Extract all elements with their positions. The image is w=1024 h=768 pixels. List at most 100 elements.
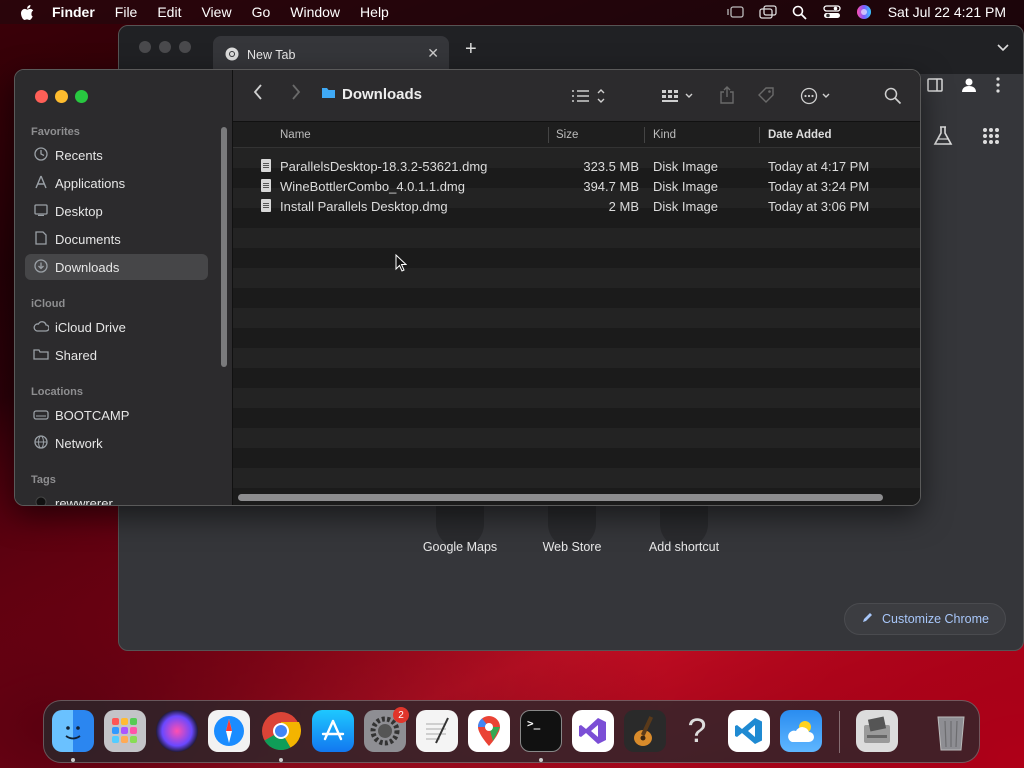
sidebar-item-applications[interactable]: Applications (25, 170, 208, 196)
file-kind: Disk Image (653, 179, 719, 194)
sidebar-item-bootcamp[interactable]: BOOTCAMP (25, 402, 208, 428)
dock-boot-camp-icon[interactable] (856, 710, 898, 752)
shortcut-add-shortcut[interactable]: Add shortcut (634, 540, 734, 554)
app-name-menu[interactable]: Finder (42, 4, 105, 20)
window-menu[interactable]: Window (280, 4, 350, 20)
more-actions-ellipsis-icon[interactable] (800, 87, 834, 110)
dock-app-store-icon[interactable] (312, 710, 354, 752)
sidebar-label: Network (55, 435, 103, 451)
drive-icon (33, 408, 49, 423)
edit-menu[interactable]: Edit (147, 4, 191, 20)
dmg-file-icon (261, 199, 271, 212)
sidebar-item-icloud-drive[interactable]: iCloud Drive (25, 314, 208, 340)
dock-chrome-icon[interactable] (260, 710, 302, 752)
google-apps-grid-icon[interactable] (982, 127, 1000, 150)
column-date-added[interactable]: Date Added (768, 129, 831, 141)
zoom-button[interactable] (75, 90, 88, 103)
profile-avatar-icon[interactable] (961, 77, 977, 98)
document-icon (33, 230, 49, 248)
dock-garageband-icon[interactable] (624, 710, 666, 752)
finder-sidebar: Favorites Recents Applications Desktop D… (15, 70, 233, 505)
control-center-icon[interactable] (816, 5, 848, 19)
sidebar-item-downloads[interactable]: Downloads (25, 254, 208, 280)
dock-vscode-icon[interactable] (728, 710, 770, 752)
column-name[interactable]: Name (280, 129, 311, 141)
chrome-tab-bar: New Tab ✕ + (119, 26, 1023, 74)
share-icon[interactable] (719, 86, 735, 109)
list-view-icon[interactable] (571, 88, 609, 109)
dock-textedit-icon[interactable] (416, 710, 458, 752)
tab-search-chevron-icon[interactable] (997, 41, 1009, 55)
dock-help-question-icon[interactable]: ? (676, 710, 718, 752)
sidebar-label: rewwrerer (55, 495, 113, 506)
sidebar-label: iCloud Drive (55, 319, 126, 335)
file-row[interactable]: WineBottlerCombo_4.0.1.1.dmg 394.7 MB Di… (233, 176, 920, 196)
sidebar-item-tag[interactable]: rewwrerer (25, 490, 208, 506)
search-icon[interactable] (884, 87, 902, 110)
forward-chevron-icon[interactable] (291, 84, 301, 105)
dock-safari-icon[interactable] (208, 710, 250, 752)
siri-icon[interactable] (848, 4, 880, 20)
minimize-button[interactable] (55, 90, 68, 103)
running-indicator (539, 758, 543, 762)
dock-visual-studio-icon[interactable] (572, 710, 614, 752)
finder-content: Downloads Name Size Kind Date Added Para… (233, 70, 920, 505)
sidebar-item-network[interactable]: Network (25, 430, 208, 456)
menu-bar: Finder File Edit View Go Window Help Sat… (0, 0, 1024, 24)
folder-title: Downloads (342, 86, 423, 103)
sidebar-item-documents[interactable]: Documents (25, 226, 208, 252)
sidebar-item-recents[interactable]: Recents (25, 142, 208, 168)
stage-manager-icon[interactable] (720, 5, 752, 19)
globe-icon (33, 434, 49, 452)
dock-weather-icon[interactable] (780, 710, 822, 752)
horizontal-scrollbar[interactable] (238, 494, 883, 501)
locations-section-label: Locations (31, 386, 83, 398)
screen-mirroring-icon[interactable] (752, 5, 784, 19)
spotlight-search-icon[interactable] (784, 5, 816, 20)
folder-icon (321, 86, 336, 103)
settings-notification-badge: 2 (393, 707, 409, 723)
apple-menu-icon[interactable] (0, 3, 42, 20)
tag-icon[interactable] (757, 86, 775, 109)
side-panel-icon[interactable] (927, 78, 943, 97)
sidebar-scrollbar[interactable] (221, 127, 227, 367)
running-indicator (71, 758, 75, 762)
file-kind: Disk Image (653, 199, 719, 214)
shortcut-google-maps[interactable]: Google Maps (410, 540, 510, 554)
file-menu[interactable]: File (105, 4, 148, 20)
cloud-icon (33, 320, 50, 335)
column-kind[interactable]: Kind (653, 129, 676, 141)
menu-bar-clock[interactable]: Sat Jul 22 4:21 PM (880, 4, 1024, 20)
chrome-zoom-button[interactable] (179, 41, 191, 53)
customize-chrome-button[interactable]: Customize Chrome (844, 603, 1006, 635)
file-row[interactable]: Install Parallels Desktop.dmg 2 MB Disk … (233, 196, 920, 216)
help-menu[interactable]: Help (350, 4, 399, 20)
chrome-minimize-button[interactable] (159, 41, 171, 53)
running-indicator (279, 758, 283, 762)
file-date-added: Today at 3:24 PM (768, 179, 870, 194)
back-chevron-icon[interactable] (253, 84, 263, 105)
chrome-close-button[interactable] (139, 41, 151, 53)
view-menu[interactable]: View (191, 4, 241, 20)
dock-trash-icon[interactable] (930, 710, 972, 752)
chrome-menu-kebab-icon[interactable] (996, 77, 1000, 98)
dock-launchpad-icon[interactable] (104, 710, 146, 752)
column-size[interactable]: Size (556, 129, 578, 141)
favorites-section-label: Favorites (31, 126, 80, 138)
sidebar-label: Downloads (55, 259, 120, 275)
dock-terminal-icon[interactable]: >_ (520, 710, 562, 752)
shortcut-web-store[interactable]: Web Store (522, 540, 622, 554)
group-by-icon[interactable] (661, 88, 697, 109)
file-row[interactable]: ParallelsDesktop-18.3.2-53621.dmg 323.5 … (233, 156, 920, 176)
tab-close-icon[interactable]: ✕ (427, 45, 439, 62)
dock-google-maps-icon[interactable] (468, 710, 510, 752)
close-button[interactable] (35, 90, 48, 103)
labs-flask-icon[interactable] (933, 126, 953, 151)
new-tab-plus-icon[interactable]: + (465, 38, 477, 61)
dock-finder-icon[interactable] (52, 710, 94, 752)
dock-siri-icon[interactable] (156, 710, 198, 752)
file-size: 2 MB (608, 199, 639, 214)
sidebar-item-desktop[interactable]: Desktop (25, 198, 208, 224)
go-menu[interactable]: Go (242, 4, 281, 20)
sidebar-item-shared[interactable]: Shared (25, 342, 208, 368)
